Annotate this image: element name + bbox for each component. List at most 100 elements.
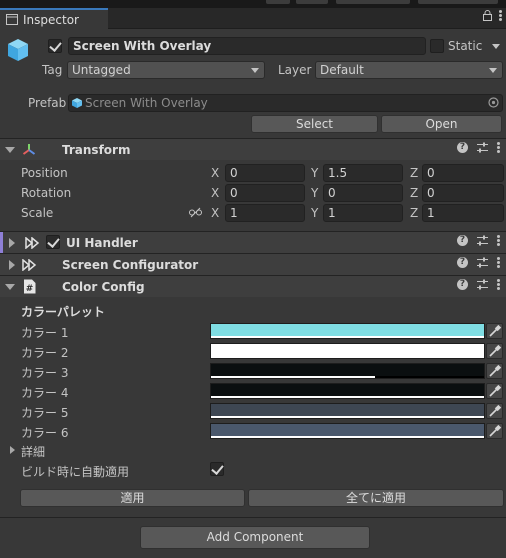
rotation-x-field[interactable]: 0 — [225, 184, 305, 202]
screen-configurator-header[interactable]: Screen Configurator ? — [0, 253, 506, 275]
ui-handler-header[interactable]: UI Handler ? — [0, 231, 506, 253]
color-config-header[interactable]: # Color Config ? — [0, 275, 506, 297]
tag-dropdown[interactable]: Untagged — [67, 61, 265, 79]
foldout-closed-icon[interactable] — [10, 446, 15, 454]
color-field[interactable] — [210, 323, 485, 339]
presets-icon[interactable] — [477, 142, 488, 153]
color-field[interactable] — [210, 343, 485, 359]
toolbar-segment — [336, 0, 410, 4]
color-field[interactable] — [210, 383, 485, 399]
scale-x-field[interactable]: 1 — [225, 204, 305, 222]
eyedropper-icon[interactable] — [486, 343, 503, 359]
open-button[interactable]: Open — [381, 115, 502, 133]
apply-button[interactable]: 適用 — [20, 489, 245, 507]
tab-menu-icon[interactable] — [499, 10, 502, 21]
object-picker-icon[interactable] — [488, 97, 499, 108]
presets-icon[interactable] — [477, 257, 488, 268]
component-menu-icon[interactable] — [497, 257, 500, 268]
alpha-bar — [211, 376, 375, 378]
transform-header[interactable]: Transform ? — [0, 138, 506, 160]
scale-z-field[interactable]: 1 — [422, 204, 504, 222]
eyedropper-icon[interactable] — [486, 323, 503, 339]
axis-y-label: Y — [311, 186, 319, 200]
axis-y-label: Y — [311, 166, 319, 180]
chevron-down-icon — [489, 68, 497, 73]
color-config-title: Color Config — [62, 280, 145, 294]
help-icon[interactable]: ? — [457, 142, 468, 153]
eyedropper-icon[interactable] — [486, 423, 503, 439]
layer-dropdown[interactable]: Default — [315, 61, 503, 79]
prefab-cube-icon — [72, 98, 82, 108]
position-y-field[interactable]: 1.5 — [323, 164, 403, 182]
color-swatch — [211, 404, 484, 416]
help-icon[interactable]: ? — [457, 235, 468, 246]
inspector-icon — [6, 14, 18, 25]
component-menu-icon[interactable] — [497, 235, 500, 246]
axis-x-label: X — [211, 186, 220, 200]
apply-all-button[interactable]: 全てに適用 — [248, 489, 504, 507]
component-menu-icon[interactable] — [497, 142, 500, 153]
color-label: カラー 3 — [21, 366, 69, 380]
ui-handler-enabled-checkbox[interactable] — [46, 235, 60, 249]
axis-z-label: Z — [410, 206, 419, 220]
color-field[interactable] — [210, 403, 485, 419]
alpha-bar — [211, 336, 484, 338]
color-field[interactable] — [210, 363, 485, 379]
foldout-closed-icon[interactable] — [9, 238, 15, 248]
presets-icon[interactable] — [477, 279, 488, 290]
unlink-icon[interactable] — [189, 207, 202, 218]
color-swatch — [211, 344, 484, 356]
divider — [0, 517, 506, 518]
layer-label: Layer — [278, 63, 312, 77]
add-component-button[interactable]: Add Component — [140, 526, 370, 549]
static-label: Static — [448, 39, 483, 53]
eyedropper-icon[interactable] — [486, 403, 503, 419]
axis-z-label: Z — [410, 186, 419, 200]
modified-bar — [0, 232, 3, 253]
script-icon — [25, 237, 40, 249]
color-label: カラー 6 — [21, 426, 69, 440]
axis-x-label: X — [211, 206, 220, 220]
tag-label: Tag — [42, 63, 63, 77]
foldout-open-icon[interactable] — [5, 147, 15, 153]
rotation-z-field[interactable]: 0 — [422, 184, 504, 202]
csharp-script-icon: # — [24, 279, 36, 294]
position-z-field[interactable]: 0 — [422, 164, 504, 182]
position-x-field[interactable]: 0 — [225, 164, 305, 182]
help-icon[interactable]: ? — [457, 257, 468, 268]
prefab-field[interactable]: Screen With Overlay — [68, 94, 503, 112]
object-name-field[interactable]: Screen With Overlay — [68, 37, 426, 55]
color-label: カラー 1 — [21, 326, 69, 340]
ui-handler-title: UI Handler — [66, 236, 138, 250]
foldout-closed-icon[interactable] — [9, 260, 15, 270]
static-checkbox[interactable] — [430, 39, 444, 53]
transform-title: Transform — [62, 143, 131, 157]
color-field[interactable] — [210, 423, 485, 439]
eyedropper-icon[interactable] — [486, 383, 503, 399]
auto-apply-label: ビルド時に自動適用 — [21, 465, 130, 479]
active-checkbox[interactable] — [48, 39, 62, 53]
alpha-bar — [211, 436, 484, 438]
static-dropdown-icon[interactable] — [492, 44, 500, 49]
color-label: カラー 5 — [21, 406, 69, 420]
alpha-bar — [211, 396, 484, 398]
presets-icon[interactable] — [477, 235, 488, 246]
tab-inspector[interactable]: Inspector — [0, 8, 108, 29]
foldout-open-icon[interactable] — [5, 284, 15, 290]
toolbar-segment — [266, 0, 290, 4]
scale-y-field[interactable]: 1 — [323, 204, 403, 222]
help-icon[interactable]: ? — [457, 279, 468, 290]
prefab-value: Screen With Overlay — [85, 96, 208, 110]
eyedropper-icon[interactable] — [486, 363, 503, 379]
palette-section-title: カラーパレット — [21, 305, 105, 319]
tag-value: Untagged — [72, 63, 131, 77]
select-button[interactable]: Select — [251, 115, 378, 133]
rotation-y-field[interactable]: 0 — [323, 184, 403, 202]
alpha-bar — [211, 416, 484, 418]
auto-apply-checkbox[interactable] — [210, 462, 224, 476]
component-menu-icon[interactable] — [497, 279, 500, 290]
color-swatch — [211, 364, 484, 376]
alpha-bar — [211, 356, 484, 358]
details-foldout-label[interactable]: 詳細 — [21, 443, 45, 460]
lock-icon[interactable] — [483, 10, 492, 21]
